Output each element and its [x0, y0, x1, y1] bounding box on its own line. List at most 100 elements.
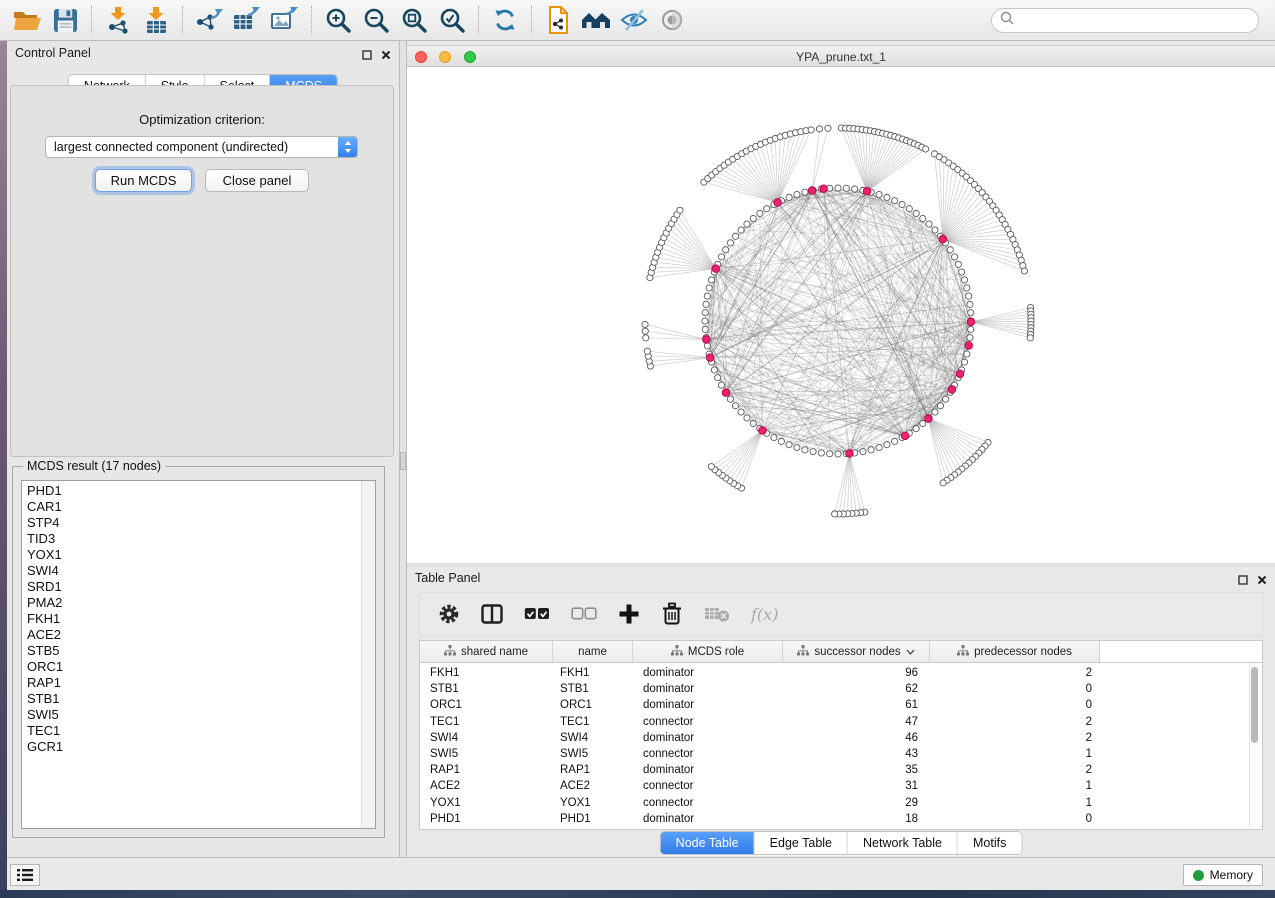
- task-history-list-icon[interactable]: [10, 864, 40, 886]
- run-mcds-button[interactable]: Run MCDS: [95, 169, 192, 192]
- mcds-result-item[interactable]: CAR1: [27, 499, 375, 515]
- show-selected-eye-icon[interactable]: [653, 4, 691, 36]
- cell-shared-name: YOX1: [420, 795, 553, 811]
- network-window-titlebar[interactable]: YPA_prune.txt_1: [407, 45, 1275, 67]
- add-row-plus-icon[interactable]: [618, 603, 640, 625]
- save-icon[interactable]: [46, 4, 84, 36]
- table-row[interactable]: STB1STB1dominator620: [420, 681, 1262, 697]
- cell-MCDS-role: dominator: [633, 681, 783, 697]
- table-row[interactable]: SWI5SWI5connector431: [420, 746, 1262, 762]
- float-panel-icon[interactable]: [1238, 572, 1248, 590]
- float-panel-icon[interactable]: [362, 47, 372, 65]
- cell-predecessor-nodes: 2: [930, 665, 1100, 681]
- mcds-result-scrollbar[interactable]: [361, 481, 375, 828]
- zoom-in-icon[interactable]: [319, 4, 357, 36]
- column-type-icon: [444, 645, 456, 659]
- table-row[interactable]: FKH1FKH1dominator962: [420, 665, 1262, 681]
- mcds-result-item[interactable]: YOX1: [27, 547, 375, 563]
- tab-network-table[interactable]: Network Table: [848, 832, 958, 854]
- table-settings-gear-icon[interactable]: [438, 603, 460, 625]
- import-network-icon[interactable]: [99, 4, 137, 36]
- close-panel-button[interactable]: Close panel: [205, 169, 309, 192]
- cell-MCDS-role: dominator: [633, 697, 783, 713]
- export-table-icon[interactable]: [228, 4, 266, 36]
- header-filler: [1100, 641, 1262, 662]
- search-field[interactable]: [991, 8, 1259, 33]
- delete-rows-trash-icon[interactable]: [661, 602, 683, 626]
- table-row[interactable]: YOX1YOX1connector291: [420, 795, 1262, 811]
- cell-shared-name: SWI5: [420, 746, 553, 762]
- table-row[interactable]: SWI4SWI4dominator462: [420, 730, 1262, 746]
- table-row[interactable]: ORC1ORC1dominator610: [420, 697, 1262, 713]
- zoom-out-icon[interactable]: [357, 4, 395, 36]
- mcds-result-item[interactable]: TEC1: [27, 723, 375, 739]
- cell-predecessor-nodes: 2: [930, 714, 1100, 730]
- mcds-result-item[interactable]: GCR1: [27, 739, 375, 755]
- scrollbar-thumb[interactable]: [1251, 667, 1258, 743]
- splitter-handle[interactable]: [400, 452, 406, 470]
- mcds-result-item[interactable]: SRD1: [27, 579, 375, 595]
- table-row[interactable]: ACE2ACE2connector311: [420, 778, 1262, 794]
- share-network-file-icon[interactable]: [539, 4, 577, 36]
- table-row[interactable]: TEC1TEC1connector472: [420, 714, 1262, 730]
- search-input[interactable]: [1019, 10, 1258, 30]
- table-row[interactable]: PHD1PHD1dominator180: [420, 811, 1262, 827]
- row-filler: [1100, 746, 1262, 762]
- export-network-icon[interactable]: [190, 4, 228, 36]
- optimization-criterion-select[interactable]: largest connected component (undirected): [45, 136, 358, 158]
- table-panel-title: Table Panel: [415, 571, 480, 585]
- column-header-shared-name[interactable]: shared name: [420, 641, 553, 662]
- mcds-result-item[interactable]: PHD1: [27, 483, 375, 499]
- close-panel-icon[interactable]: [1257, 572, 1267, 590]
- network-window-title: YPA_prune.txt_1: [407, 50, 1275, 64]
- mcds-result-item[interactable]: SWI4: [27, 563, 375, 579]
- mcds-result-item[interactable]: STB1: [27, 691, 375, 707]
- column-header-name[interactable]: name: [553, 641, 633, 662]
- cell-predecessor-nodes: 0: [930, 811, 1100, 827]
- table-scrollbar[interactable]: [1249, 663, 1261, 828]
- hide-selected-eye-slash-icon[interactable]: [615, 4, 653, 36]
- mcds-result-list[interactable]: PHD1CAR1STP4TID3YOX1SWI4SRD1PMA2FKH1ACE2…: [21, 480, 376, 829]
- tab-motifs[interactable]: Motifs: [958, 832, 1021, 854]
- mcds-result-item[interactable]: STB5: [27, 643, 375, 659]
- select-all-checkboxes-icon[interactable]: [524, 607, 550, 621]
- column-header-MCDS-role[interactable]: MCDS role: [633, 641, 783, 662]
- mcds-result-item[interactable]: FKH1: [27, 611, 375, 627]
- cell-predecessor-nodes: 2: [930, 730, 1100, 746]
- mcds-result-item[interactable]: TID3: [27, 531, 375, 547]
- vertical-splitter[interactable]: [399, 41, 407, 857]
- deselect-all-checkboxes-icon[interactable]: [571, 607, 597, 621]
- toolbar-separator: [182, 6, 183, 34]
- mcds-tab-content: Optimization criterion: largest connecte…: [10, 85, 394, 457]
- open-icon[interactable]: [8, 4, 46, 36]
- show-columns-icon[interactable]: [481, 604, 503, 624]
- cell-MCDS-role: connector: [633, 795, 783, 811]
- cell-successor-nodes: 18: [783, 811, 930, 827]
- mcds-result-item[interactable]: RAP1: [27, 675, 375, 691]
- export-image-icon[interactable]: [266, 4, 304, 36]
- mcds-result-item[interactable]: PMA2: [27, 595, 375, 611]
- network-canvas[interactable]: [407, 67, 1275, 563]
- refresh-icon[interactable]: [486, 4, 524, 36]
- cell-successor-nodes: 46: [783, 730, 930, 746]
- tab-node-table[interactable]: Node Table: [661, 832, 755, 854]
- network-view[interactable]: [407, 67, 1275, 563]
- cell-MCDS-role: dominator: [633, 665, 783, 681]
- mcds-result-item[interactable]: SWI5: [27, 707, 375, 723]
- mcds-result-item[interactable]: ACE2: [27, 627, 375, 643]
- close-panel-icon[interactable]: [381, 47, 391, 65]
- import-table-icon[interactable]: [137, 4, 175, 36]
- zoom-selected-icon[interactable]: [433, 4, 471, 36]
- home-icon[interactable]: [577, 4, 615, 36]
- column-header-successor-nodes[interactable]: successor nodes: [783, 641, 930, 662]
- zoom-fit-icon[interactable]: [395, 4, 433, 36]
- column-header-predecessor-nodes[interactable]: predecessor nodes: [930, 641, 1100, 662]
- memory-button[interactable]: Memory: [1183, 864, 1263, 886]
- table-row[interactable]: RAP1RAP1dominator352: [420, 762, 1262, 778]
- toolbar-separator: [311, 6, 312, 34]
- mcds-result-item[interactable]: STP4: [27, 515, 375, 531]
- right-region: YPA_prune.txt_1 Table Panel f(x) shared …: [407, 41, 1275, 857]
- cell-predecessor-nodes: 1: [930, 778, 1100, 794]
- tab-edge-table[interactable]: Edge Table: [755, 832, 848, 854]
- mcds-result-item[interactable]: ORC1: [27, 659, 375, 675]
